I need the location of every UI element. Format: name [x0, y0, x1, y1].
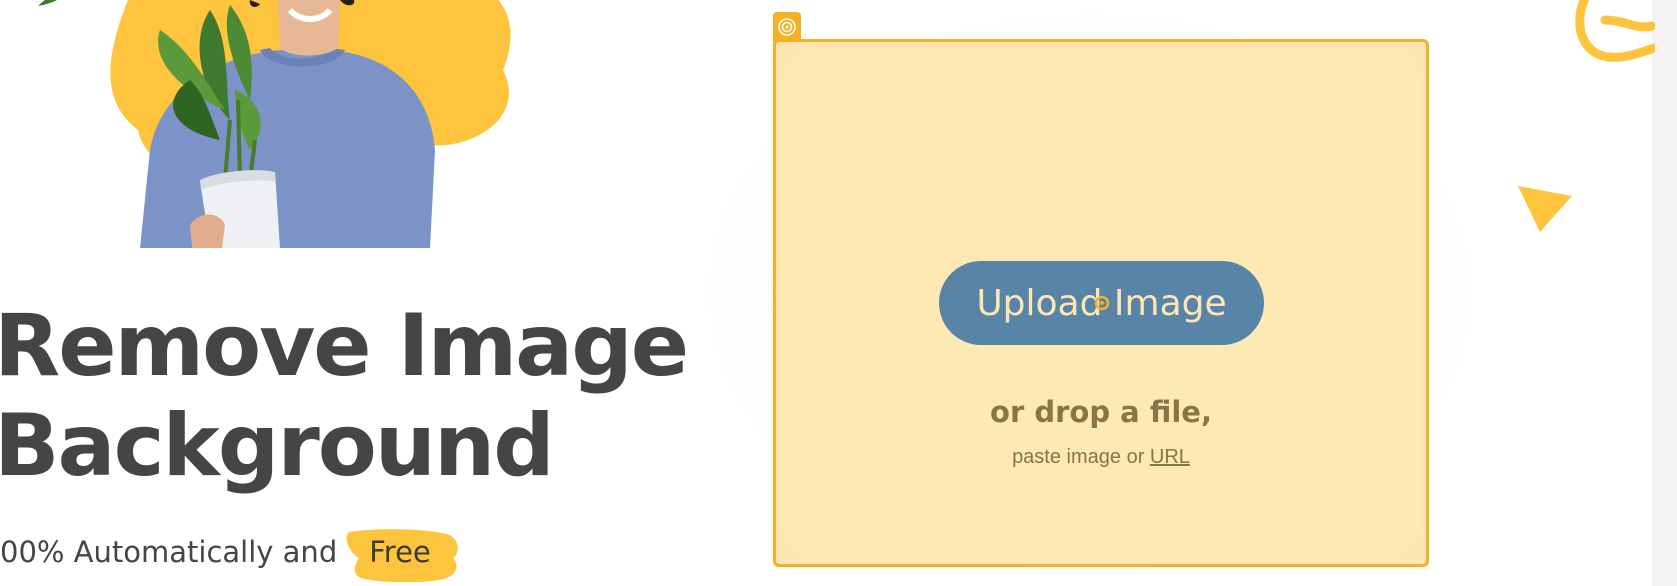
page: Remove Image Background 00% Automaticall…	[0, 0, 1677, 586]
scrollbar-gutter[interactable]	[1652, 0, 1677, 586]
page-title-line-1: Remove Image	[0, 296, 689, 396]
decorative-triangle	[1518, 186, 1572, 232]
free-badge-label: Free	[369, 535, 431, 569]
person-holding-plant-image	[140, 0, 435, 248]
paste-url-link[interactable]: URL	[1150, 446, 1190, 468]
paste-instructions-text: paste image or	[1012, 446, 1145, 468]
paste-instructions: paste image or URL	[773, 446, 1429, 469]
page-title-line-2: Background	[0, 396, 555, 496]
hero-subtitle: 00% Automatically and Free	[0, 528, 459, 582]
free-badge: Free	[346, 528, 459, 582]
page-title: Remove Image Background	[0, 296, 689, 496]
hero-subtitle-text: 00% Automatically and	[0, 535, 338, 569]
decorative-leaf	[38, 0, 57, 6]
crosshair-cursor-icon	[1094, 295, 1110, 311]
decorative-squiggle	[1575, 0, 1655, 62]
target-icon	[778, 18, 796, 36]
corner-tab	[773, 12, 801, 42]
drop-file-text: or drop a file,	[990, 395, 1212, 429]
